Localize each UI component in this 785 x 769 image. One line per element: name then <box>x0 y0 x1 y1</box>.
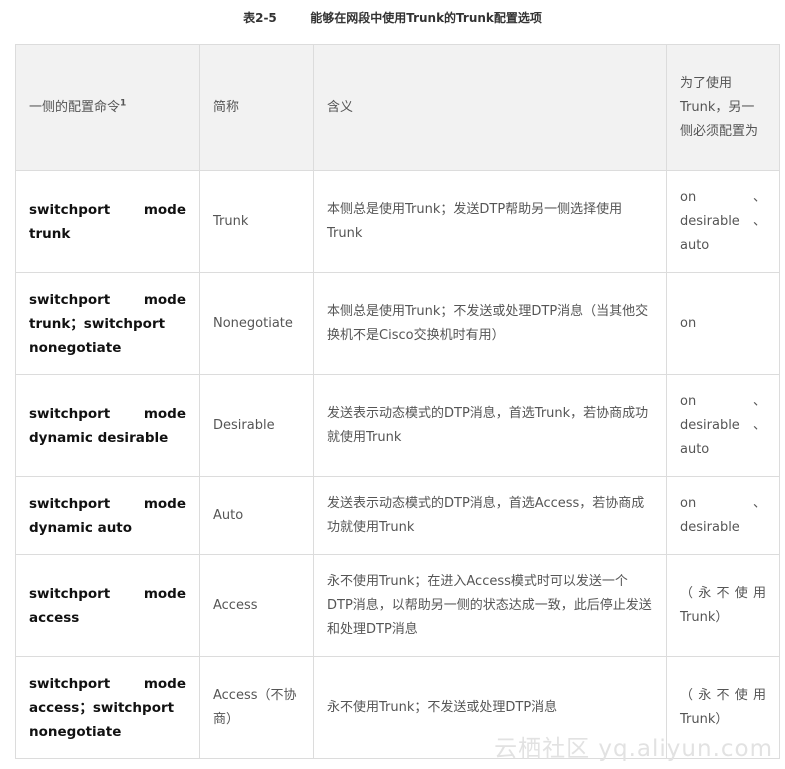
cell-command: switchport mode access <box>15 554 200 657</box>
table-row: switchport mode dynamic desirable Desira… <box>15 374 780 477</box>
cell-command: switchport mode trunk；switchport nonegot… <box>15 272 200 375</box>
cell-command: switchport mode dynamic auto <box>15 476 200 555</box>
header-meaning: 含义 <box>313 44 667 171</box>
trunk-config-table: 一侧的配置命令1 简称 含义 为了使用Trunk，另一侧必须配置为 switch… <box>15 44 780 759</box>
cell-short: Auto <box>199 476 314 555</box>
table-caption: 表2-5 能够在网段中使用Trunk的Trunk配置选项 <box>243 11 542 25</box>
cell-other-side: on、desirable、auto <box>666 374 780 477</box>
table-row: switchport mode trunk；switchport nonegot… <box>15 272 780 375</box>
watermark: 云栖社区 yq.aliyun.com <box>494 736 773 762</box>
cell-command: switchport mode access；switchport nonego… <box>15 656 200 759</box>
cell-other-side: on <box>666 272 780 375</box>
cell-meaning: 本侧总是使用Trunk；发送DTP帮助另一侧选择使用Trunk <box>313 170 667 273</box>
header-other-side: 为了使用Trunk，另一侧必须配置为 <box>666 44 780 171</box>
header-command: 一侧的配置命令1 <box>15 44 200 171</box>
cell-other-side: （永不使用Trunk） <box>666 554 780 657</box>
table-header-row: 一侧的配置命令1 简称 含义 为了使用Trunk，另一侧必须配置为 <box>15 44 780 171</box>
cell-short: Access <box>199 554 314 657</box>
cell-short: Nonegotiate <box>199 272 314 375</box>
cell-other-side: on、desirable、auto <box>666 170 780 273</box>
header-short: 简称 <box>199 44 314 171</box>
cell-short: Trunk <box>199 170 314 273</box>
cell-short: Access（不协商） <box>199 656 314 759</box>
cell-meaning: 永不使用Trunk；在进入Access模式时可以发送一个DTP消息，以帮助另一侧… <box>313 554 667 657</box>
cell-other-side: on、desirable <box>666 476 780 555</box>
cell-meaning: 发送表示动态模式的DTP消息，首选Access，若协商成功就使用Trunk <box>313 476 667 555</box>
table-row: switchport mode trunk Trunk 本侧总是使用Trunk；… <box>15 170 780 273</box>
cell-short: Desirable <box>199 374 314 477</box>
cell-meaning: 发送表示动态模式的DTP消息，首选Trunk，若协商成功就使用Trunk <box>313 374 667 477</box>
cell-command: switchport mode dynamic desirable <box>15 374 200 477</box>
footnote-marker: 1 <box>120 98 127 109</box>
table-row: switchport mode access Access 永不使用Trunk；… <box>15 554 780 657</box>
cell-meaning: 本侧总是使用Trunk；不发送或处理DTP消息（当其他交换机不是Cisco交换机… <box>313 272 667 375</box>
cell-command: switchport mode trunk <box>15 170 200 273</box>
table-row: switchport mode dynamic auto Auto 发送表示动态… <box>15 476 780 555</box>
